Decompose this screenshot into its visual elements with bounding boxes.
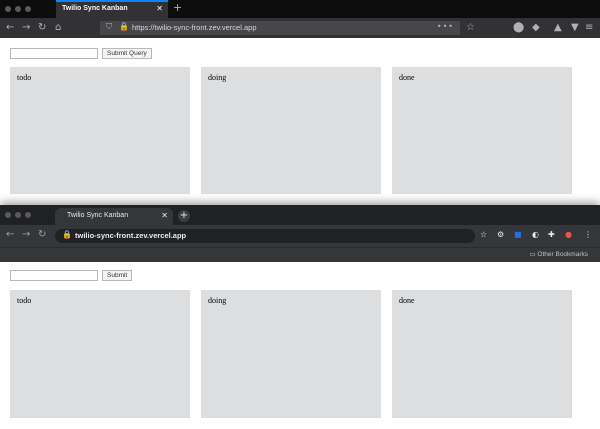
tab-twilio-sync-kanban[interactable]: Twilio Sync Kanban ✕ xyxy=(56,0,168,18)
lock-icon[interactable]: 🔒 xyxy=(119,22,129,31)
new-tab-button[interactable]: + xyxy=(173,1,182,14)
minimize-window-button[interactable] xyxy=(15,212,21,218)
forward-icon[interactable]: → xyxy=(22,228,30,241)
lock-icon[interactable]: 🔒 xyxy=(62,230,72,239)
kanban-board: todo doing done xyxy=(10,290,572,418)
url-text[interactable]: https://twilio-sync-front.zev.vercel.app xyxy=(132,23,257,32)
tab-title: Twilio Sync Kanban xyxy=(62,5,128,12)
tab-title: Twilio Sync Kanban xyxy=(67,212,129,219)
firefox-window: Twilio Sync Kanban ✕ + ← → ↻ ⌂ ⛉ 🔒 https… xyxy=(0,0,600,205)
column-todo[interactable]: todo xyxy=(10,67,190,194)
column-title: done xyxy=(399,296,415,305)
card-input[interactable] xyxy=(10,270,98,281)
column-done[interactable]: done xyxy=(392,67,572,194)
puzzle-icon[interactable]: ✚ xyxy=(548,229,555,241)
page-content: Submit Query todo doing done xyxy=(0,38,600,205)
column-todo[interactable]: todo xyxy=(10,290,190,418)
column-title: todo xyxy=(17,73,32,82)
page-actions-icon[interactable]: ••• xyxy=(437,22,454,31)
column-title: todo xyxy=(17,296,32,305)
maximize-window-button[interactable] xyxy=(25,6,31,12)
tab-twilio-sync-kanban[interactable]: Twilio Sync Kanban ✕ xyxy=(55,208,173,225)
url-bar[interactable]: ⛉ 🔒 https://twilio-sync-front.zev.vercel… xyxy=(100,21,460,35)
extension-icon[interactable]: ▼ xyxy=(571,21,579,34)
url-bar[interactable]: 🔒 twilio-sync-front.zev.vercel.app xyxy=(55,229,475,243)
back-icon[interactable]: ← xyxy=(6,21,14,34)
extension-icon[interactable]: ⚙ xyxy=(497,229,504,241)
back-icon[interactable]: ← xyxy=(6,228,14,241)
close-window-button[interactable] xyxy=(5,212,11,218)
other-bookmarks-label: Other Bookmarks xyxy=(537,251,588,258)
extension-icon[interactable]: ■ xyxy=(514,229,522,241)
navigation-bar: ← → ↻ ⌂ ⛉ 🔒 https://twilio-sync-front.ze… xyxy=(0,18,600,38)
avatar[interactable]: ● xyxy=(565,229,572,241)
close-window-button[interactable] xyxy=(5,6,11,12)
add-card-form: Submit xyxy=(10,270,133,281)
navigation-bar: ← → ↻ 🔒 twilio-sync-front.zev.vercel.app… xyxy=(0,225,600,247)
column-title: doing xyxy=(208,73,227,82)
submit-button[interactable]: Submit xyxy=(102,270,133,281)
kanban-board: todo doing done xyxy=(10,67,572,194)
submit-button[interactable]: Submit Query xyxy=(102,48,152,59)
window-controls xyxy=(5,6,31,12)
extension-icon[interactable]: ◐ xyxy=(532,229,539,241)
home-icon[interactable]: ⌂ xyxy=(55,21,61,34)
maximize-window-button[interactable] xyxy=(25,212,31,218)
extension-icon[interactable]: ⬤ xyxy=(513,21,524,34)
column-title: doing xyxy=(208,296,227,305)
bookmarks-bar: ▭ Other Bookmarks xyxy=(0,247,600,262)
add-card-form: Submit Query xyxy=(10,48,152,59)
window-controls xyxy=(5,212,31,218)
url-text[interactable]: twilio-sync-front.zev.vercel.app xyxy=(75,231,186,240)
column-title: done xyxy=(399,73,415,82)
extension-icon[interactable]: ▲ xyxy=(554,21,562,34)
menu-icon[interactable]: ≡ xyxy=(585,21,593,34)
column-doing[interactable]: doing xyxy=(201,290,381,418)
bookmark-star-icon[interactable]: ☆ xyxy=(466,21,475,34)
new-tab-button[interactable]: + xyxy=(178,210,190,222)
column-doing[interactable]: doing xyxy=(201,67,381,194)
bookmark-star-icon[interactable]: ☆ xyxy=(480,229,487,241)
column-done[interactable]: done xyxy=(392,290,572,418)
other-bookmarks[interactable]: ▭ Other Bookmarks xyxy=(529,250,588,258)
reload-icon[interactable]: ↻ xyxy=(38,21,46,34)
reload-icon[interactable]: ↻ xyxy=(38,228,46,241)
tab-bar: Twilio Sync Kanban ✕ + xyxy=(0,0,600,18)
close-tab-icon[interactable]: ✕ xyxy=(161,211,168,220)
chrome-window: Twilio Sync Kanban ✕ + ← → ↻ 🔒 twilio-sy… xyxy=(0,205,600,429)
forward-icon[interactable]: → xyxy=(22,21,30,34)
folder-icon: ▭ xyxy=(529,251,536,258)
minimize-window-button[interactable] xyxy=(15,6,21,12)
page-content: Submit todo doing done xyxy=(0,262,600,429)
tab-bar: Twilio Sync Kanban ✕ + xyxy=(0,205,600,225)
shield-icon[interactable]: ⛉ xyxy=(106,22,112,32)
close-tab-icon[interactable]: ✕ xyxy=(156,4,163,13)
card-input[interactable] xyxy=(10,48,98,59)
menu-icon[interactable]: ⋮ xyxy=(584,229,592,241)
extension-icon[interactable]: ◆ xyxy=(532,21,540,34)
